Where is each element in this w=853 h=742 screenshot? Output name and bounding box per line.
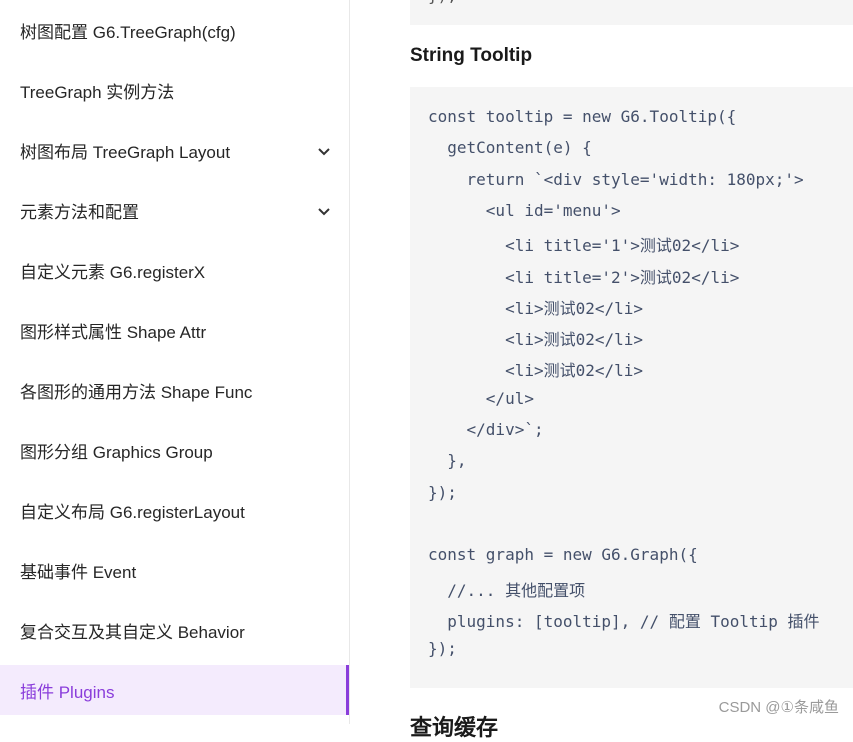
code-line: getContent(e) {	[428, 138, 592, 158]
sidebar-item-label: 自定义元素 G6.registerX	[20, 262, 206, 282]
sidebar-item-label: 复合交互及其自定义 Behavior	[20, 622, 245, 642]
main-content: }); String Tooltip const tooltip = new G…	[350, 0, 853, 740]
code-line: plugins: [tooltip], // 配置 Tooltip 插件	[428, 611, 820, 631]
code-line: </div>`;	[428, 420, 544, 439]
sidebar-item[interactable]: 树图布局 TreeGraph Layout	[0, 125, 349, 175]
sidebar-item[interactable]: 复合交互及其自定义 Behavior	[0, 605, 349, 655]
code-line: <li title='1'>测试02</li>	[428, 236, 740, 256]
sidebar-item[interactable]: 元素方法和配置	[0, 185, 349, 235]
sidebar-item[interactable]: 图形分组 Graphics Group	[0, 425, 349, 475]
sidebar-item-label: TreeGraph 实例方法	[20, 82, 175, 102]
sidebar-item[interactable]: 各图形的通用方法 Shape Func	[0, 365, 349, 415]
code-line: });	[428, 482, 457, 502]
sidebar-item[interactable]: 自定义元素 G6.registerX	[0, 245, 349, 295]
sidebar-item-label: 自定义布局 G6.registerLayout	[20, 502, 245, 522]
code-block: const tooltip = new G6.Tooltip({ getCont…	[410, 87, 853, 688]
code-line: });	[428, 639, 457, 659]
code-line: </ul>	[428, 388, 534, 408]
sidebar-item[interactable]: 自定义布局 G6.registerLayout	[0, 485, 349, 535]
sidebar-item[interactable]: 图形样式属性 Shape Attr	[0, 305, 349, 355]
code-line: const tooltip = new G6.Tooltip({	[428, 107, 737, 126]
sidebar-item-label: 图形分组 Graphics Group	[20, 442, 213, 462]
previous-code-tail: });	[428, 0, 457, 5]
section-title: String Tooltip	[410, 45, 533, 66]
sidebar-item-label: 各图形的通用方法 Shape Func	[20, 382, 253, 402]
sidebar-item[interactable]: 基础事件 Event	[0, 545, 349, 595]
previous-code-block: });	[410, 0, 853, 25]
next-section-heading: 查询缓存	[410, 715, 499, 740]
chevron-down-icon[interactable]	[317, 143, 331, 157]
sidebar-item-label: 树图配置 G6.TreeGraph(cfg)	[20, 22, 236, 42]
sidebar-item-label: 基础事件 Event	[20, 562, 137, 582]
sidebar-item-label: 树图布局 TreeGraph Layout	[20, 142, 231, 162]
code-line: <ul id='menu'>	[428, 200, 621, 220]
sidebar-nav: 树图配置 G6.TreeGraph(cfg) TreeGraph 实例方法树图布局…	[0, 0, 350, 724]
code-line: return `<div style='width: 180px;'>	[428, 169, 804, 189]
sidebar-item-label: 图形样式属性 Shape Attr	[20, 322, 207, 342]
code-line: },	[428, 451, 467, 471]
chevron-down-icon[interactable]	[317, 203, 331, 217]
watermark: CSDN @①条咸鱼	[718, 699, 839, 716]
sidebar-item[interactable]: 树图配置 G6.TreeGraph(cfg)	[0, 5, 349, 55]
code-line: const graph = new G6.Graph({	[428, 545, 698, 565]
sidebar-item-label: 插件 Plugins	[20, 682, 115, 702]
sidebar-item[interactable]: TreeGraph 实例方法	[0, 65, 349, 115]
code-line: <li>测试02</li>	[428, 330, 644, 350]
sidebar-item-label: 元素方法和配置	[20, 202, 139, 222]
code-line: <li>测试02</li>	[428, 298, 644, 318]
code-line: <li>测试02</li>	[428, 361, 644, 381]
sidebar-item[interactable]: 插件 Plugins	[0, 665, 349, 715]
code-line: //... 其他配置项	[428, 580, 586, 600]
code-line: <li title='2'>测试02</li>	[428, 267, 740, 287]
